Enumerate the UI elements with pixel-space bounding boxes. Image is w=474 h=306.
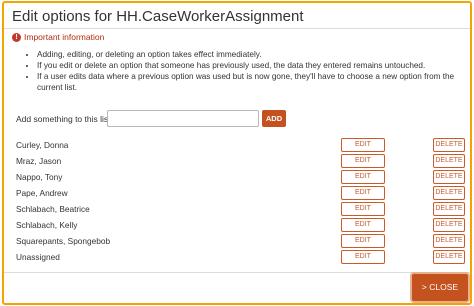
list-item: Mraz, Jason EDIT DELETE [4, 154, 470, 170]
delete-button[interactable]: DELETE [433, 170, 465, 184]
option-name: Squarepants, Spongebob [16, 236, 111, 246]
info-note: If a user edits data where a previous op… [37, 71, 462, 93]
option-name: Schlabach, Beatrice [16, 204, 90, 214]
delete-button[interactable]: DELETE [433, 186, 465, 200]
important-info-list: Adding, editing, or deleting an option t… [37, 49, 462, 93]
delete-button[interactable]: DELETE [433, 138, 465, 152]
list-item: Unassigned EDIT DELETE [4, 250, 470, 266]
option-name: Mraz, Jason [16, 156, 62, 166]
important-info-label: Important information [24, 32, 105, 42]
title-divider [4, 28, 470, 29]
list-item: Schlabach, Kelly EDIT DELETE [4, 218, 470, 234]
delete-button[interactable]: DELETE [433, 202, 465, 216]
list-item: Curley, Donna EDIT DELETE [4, 138, 470, 154]
option-name: Pape, Andrew [16, 188, 68, 198]
edit-button[interactable]: EDIT [341, 154, 385, 168]
info-note: If you edit or delete an option that som… [37, 60, 462, 71]
edit-button[interactable]: EDIT [341, 202, 385, 216]
dialog-title: Edit options for HH.CaseWorkerAssignment [12, 8, 304, 25]
edit-button[interactable]: EDIT [341, 170, 385, 184]
important-info-heading: ! Important information [12, 32, 104, 42]
edit-button[interactable]: EDIT [341, 218, 385, 232]
list-item: Nappo, Tony EDIT DELETE [4, 170, 470, 186]
info-note: Adding, editing, or deleting an option t… [37, 49, 462, 60]
option-name: Unassigned [16, 252, 60, 262]
list-item: Pape, Andrew EDIT DELETE [4, 186, 470, 202]
edit-button[interactable]: EDIT [341, 234, 385, 248]
option-name: Schlabach, Kelly [16, 220, 78, 230]
close-button[interactable]: > CLOSE [412, 274, 468, 301]
option-name: Nappo, Tony [16, 172, 63, 182]
option-name: Curley, Donna [16, 140, 69, 150]
add-option-label: Add something to this list [16, 113, 111, 124]
delete-button[interactable]: DELETE [433, 250, 465, 264]
exclamation-icon: ! [12, 32, 21, 42]
add-option-row: Add something to this list ADD [16, 110, 286, 127]
footer-divider [4, 272, 470, 273]
delete-button[interactable]: DELETE [433, 154, 465, 168]
edit-button[interactable]: EDIT [341, 186, 385, 200]
edit-button[interactable]: EDIT [341, 138, 385, 152]
edit-button[interactable]: EDIT [341, 250, 385, 264]
delete-button[interactable]: DELETE [433, 234, 465, 248]
add-button[interactable]: ADD [262, 110, 286, 127]
list-item: Squarepants, Spongebob EDIT DELETE [4, 234, 470, 250]
delete-button[interactable]: DELETE [433, 218, 465, 232]
edit-options-dialog: Edit options for HH.CaseWorkerAssignment… [2, 1, 472, 305]
add-option-input[interactable] [107, 110, 259, 127]
list-item: Schlabach, Beatrice EDIT DELETE [4, 202, 470, 218]
